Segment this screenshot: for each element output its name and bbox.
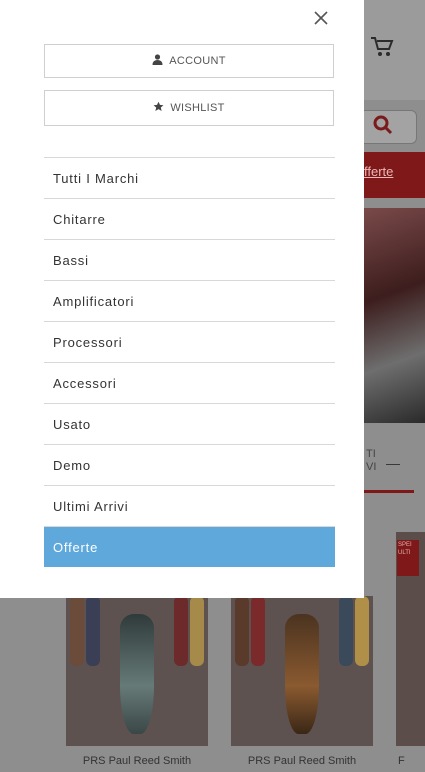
sort-label-line1: TI [366, 448, 376, 460]
sort-label-line2: VI [366, 461, 377, 473]
menu-item-usato[interactable]: Usato [44, 404, 335, 445]
menu-item-chitarre[interactable]: Chitarre [44, 199, 335, 240]
guitar-thumb [251, 596, 265, 666]
guitar-image [120, 614, 154, 734]
guitar-thumb [355, 596, 369, 666]
user-icon [152, 54, 163, 68]
menu-item-ultimi-arrivi[interactable]: Ultimi Arrivi [44, 486, 335, 527]
account-button[interactable]: ACCOUNT [44, 44, 334, 78]
product-title[interactable]: PRS Paul Reed Smith [231, 755, 373, 767]
account-label: ACCOUNT [169, 55, 226, 67]
sort-label: TI VI [366, 448, 376, 474]
hero-banner [364, 208, 425, 423]
sort-dash: — [386, 455, 400, 471]
sale-badge: SPEI ULTI [397, 540, 419, 576]
menu-item-tutti-i-marchi[interactable]: Tutti I Marchi [44, 158, 335, 199]
wishlist-button[interactable]: WISHLIST [44, 90, 334, 126]
offers-link[interactable]: fferte [364, 164, 393, 179]
menu-item-amplificatori[interactable]: Amplificatori [44, 281, 335, 322]
cart-icon[interactable] [370, 36, 396, 60]
product-image[interactable] [231, 596, 373, 746]
star-icon [153, 101, 164, 115]
guitar-thumb [174, 596, 188, 666]
guitar-thumb [86, 596, 100, 666]
menu-item-demo[interactable]: Demo [44, 445, 335, 486]
menu-item-offerte[interactable]: Offerte [44, 527, 335, 567]
search-icon[interactable] [372, 114, 394, 142]
menu-item-accessori[interactable]: Accessori [44, 363, 335, 404]
product-image[interactable] [66, 596, 208, 746]
product-title[interactable]: PRS Paul Reed Smith [66, 755, 208, 767]
guitar-thumb [70, 596, 84, 666]
category-menu: Tutti I Marchi Chitarre Bassi Amplificat… [44, 157, 335, 567]
guitar-thumb [190, 596, 204, 666]
wishlist-label: WISHLIST [170, 102, 225, 114]
close-icon[interactable] [310, 8, 332, 30]
menu-item-bassi[interactable]: Bassi [44, 240, 335, 281]
guitar-thumb [339, 596, 353, 666]
guitar-image [285, 614, 319, 734]
guitar-thumb [235, 596, 249, 666]
tab-underline [364, 490, 414, 493]
product-title[interactable]: F [398, 755, 418, 767]
nav-drawer: ACCOUNT WISHLIST Tutti I Marchi Chitarre… [0, 0, 364, 598]
menu-item-processori[interactable]: Processori [44, 322, 335, 363]
